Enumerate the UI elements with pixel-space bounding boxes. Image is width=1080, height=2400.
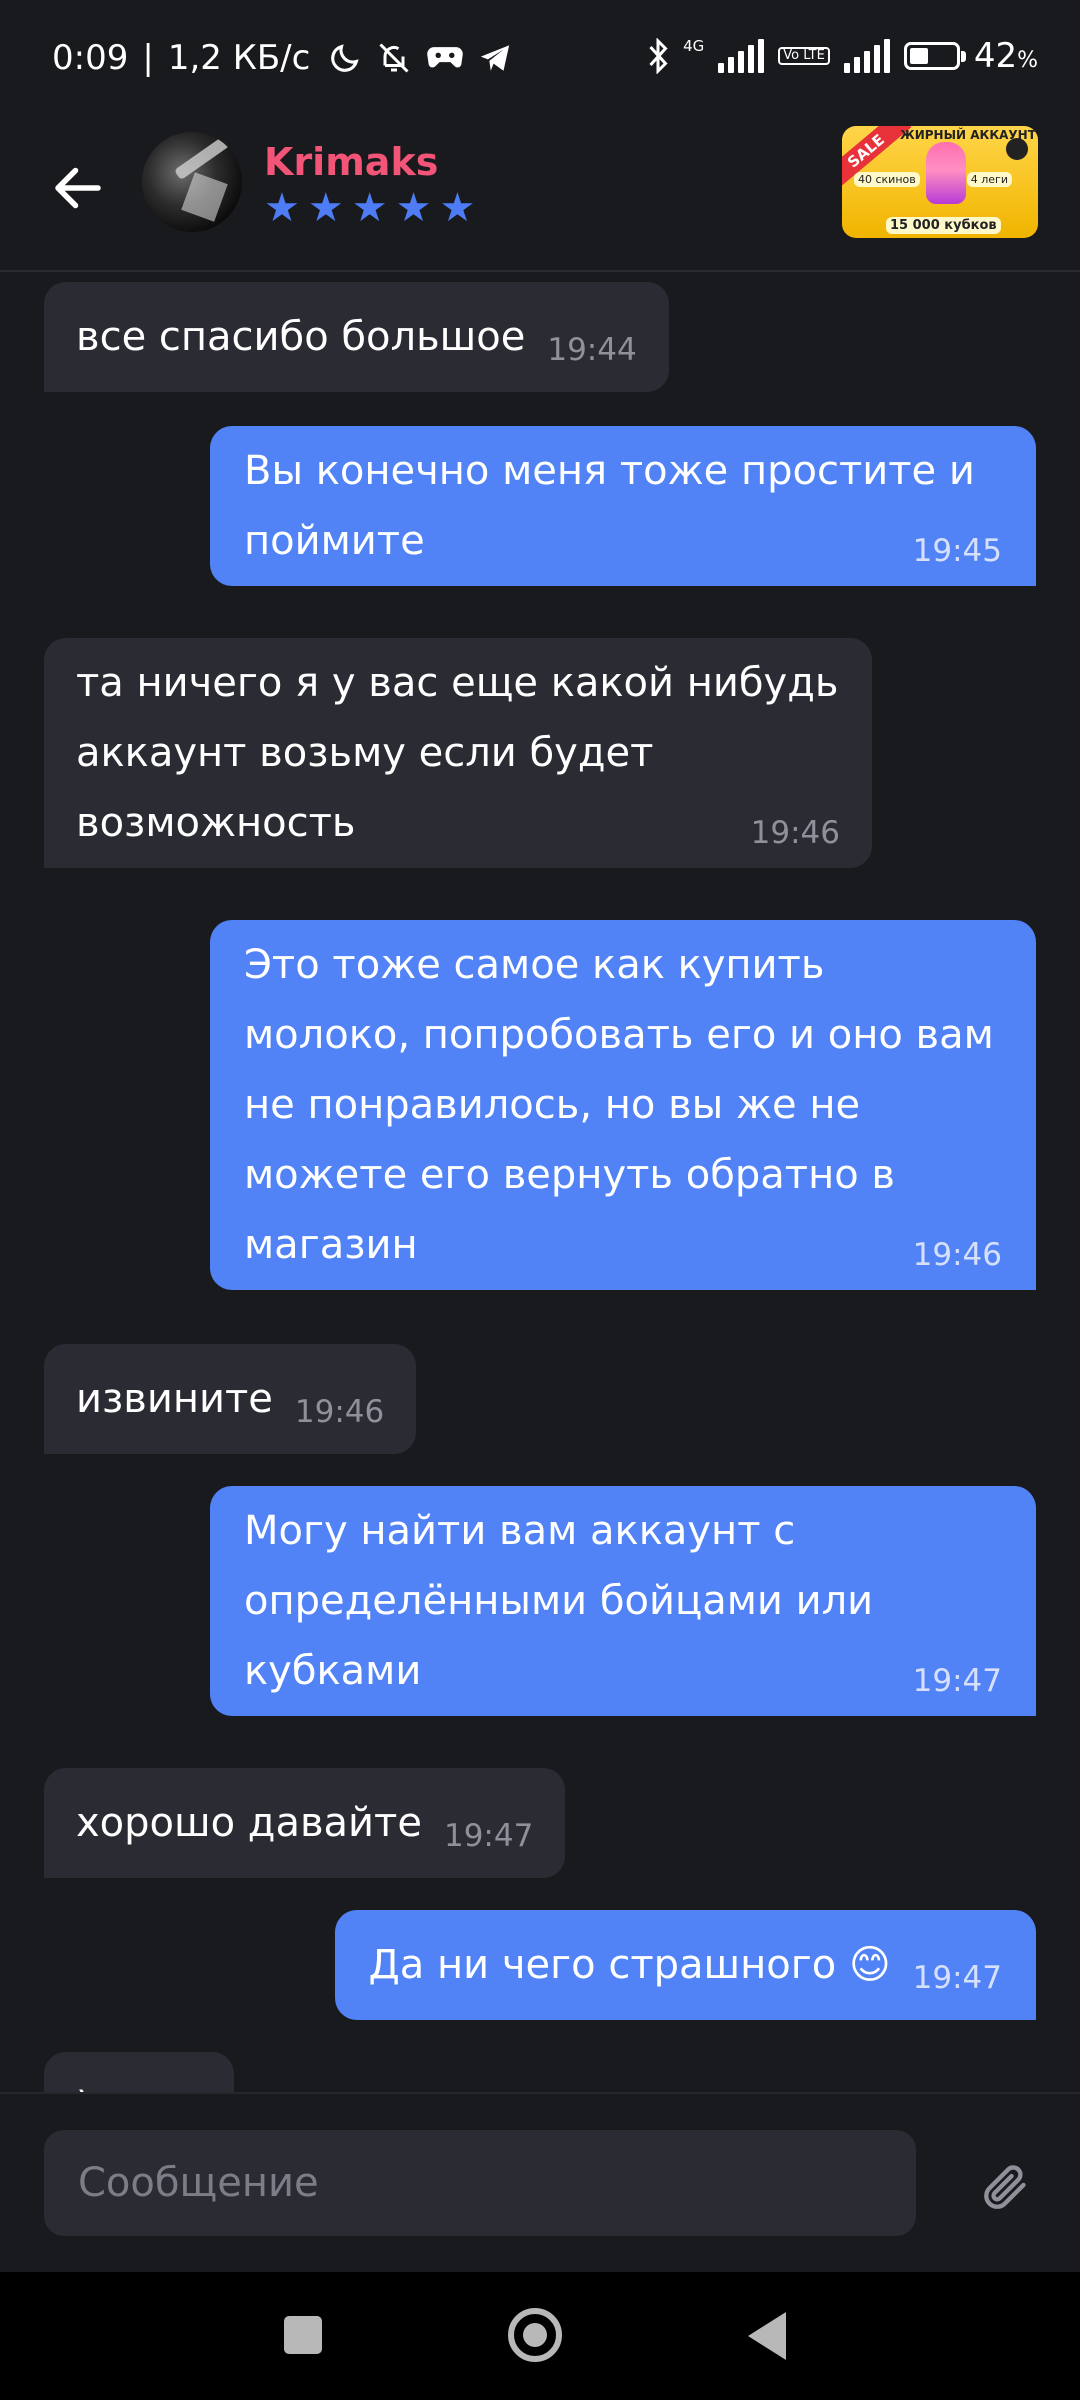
message-outgoing[interactable]: Да ни чего страшного 😊 19:47	[334, 1910, 1036, 2020]
bluetooth-icon	[649, 38, 668, 74]
status-left: 0:09 | 1,2 КБ/с	[52, 38, 512, 78]
recents-button[interactable]	[284, 2316, 322, 2354]
chat-header: Krimaks ★ ★ ★ ★ ★ SALE ЖИРНЫЙ АККАУНТ 40 ски…	[0, 120, 1080, 272]
message-outgoing[interactable]: Могу найти вам аккаунт с определёнными б…	[210, 1486, 1036, 1716]
message-time: 19:47	[443, 1818, 534, 1854]
star-icon: ★	[439, 185, 476, 231]
battery-percent: 42%	[974, 36, 1038, 76]
separator: |	[142, 38, 154, 78]
banner-logo-icon	[1006, 138, 1028, 160]
message-time: 19:46	[294, 1394, 385, 1430]
star-icon: ★	[395, 185, 432, 231]
message-input[interactable]	[44, 2130, 916, 2236]
message-outgoing[interactable]: Вы конечно меня тоже простите и поймите 1…	[210, 426, 1036, 586]
banner-skins: 40 скинов	[854, 172, 920, 187]
network-speed: 1,2 КБ/с	[167, 38, 311, 78]
message-text: Вы конечно меня тоже простите и поймите	[244, 448, 975, 564]
username[interactable]: Krimaks	[264, 140, 438, 184]
star-icon: ★	[264, 185, 300, 231]
star-icon: ★	[351, 185, 388, 231]
system-nav-bar	[0, 2272, 1080, 2400]
message-text: )	[76, 2084, 92, 2092]
back-arrow-icon[interactable]	[48, 158, 108, 218]
message-text: Да ни чего страшного 😊	[368, 1942, 891, 1988]
message-incoming[interactable]: извините 19:46	[44, 1344, 417, 1454]
home-button[interactable]	[508, 2308, 562, 2362]
message-time: 19:47	[912, 1663, 1002, 1699]
message-incoming[interactable]: все спасибо большое 19:44	[44, 282, 669, 392]
notification-icons	[328, 40, 512, 76]
battery-percent-sign: %	[1017, 48, 1038, 73]
message-composer	[0, 2092, 1080, 2274]
message-text: Могу найти вам аккаунт с определёнными б…	[244, 1508, 874, 1694]
character-image	[926, 142, 966, 204]
battery-percent-value: 42	[973, 36, 1018, 76]
offer-banner[interactable]: SALE ЖИРНЫЙ АККАУНТ 40 скинов 4 леги 15 …	[842, 126, 1038, 238]
message-time: 19:44	[547, 332, 637, 368]
message-text: все спасибо большое	[76, 314, 526, 360]
message-time: 19:46	[750, 815, 840, 851]
telegram-icon	[481, 45, 510, 71]
bell-off-icon	[379, 43, 409, 73]
message-time: 19:45	[912, 533, 1002, 569]
message-time: 19:47	[912, 1960, 1002, 1996]
message-incoming[interactable]: )	[44, 2052, 234, 2092]
message-incoming[interactable]: та ничего я у вас еще какой нибудь аккау…	[44, 638, 872, 868]
message-text: та ничего я у вас еще какой нибудь аккау…	[76, 660, 839, 846]
battery-icon	[903, 42, 966, 70]
message-incoming[interactable]: хорошо давайте 19:47	[44, 1768, 566, 1878]
message-text: извините	[76, 1376, 273, 1422]
avatar[interactable]	[142, 132, 242, 232]
message-list[interactable]: все спасибо большое 19:44 Вы конечно меня…	[0, 272, 1080, 2092]
paperclip-icon[interactable]	[978, 2160, 1030, 2212]
back-button[interactable]	[748, 2312, 786, 2360]
gamepad-icon	[427, 47, 464, 68]
moon-icon	[331, 44, 359, 72]
status-bar: 0:09 | 1,2 КБ/с 4G Vo LTE 42%	[0, 0, 1080, 120]
status-right: 4G Vo LTE 42%	[647, 36, 1038, 76]
signal-icon	[718, 39, 765, 73]
volte-icon: Vo LTE	[778, 47, 830, 65]
network-type: 4G	[683, 36, 705, 55]
rating-stars: ★ ★ ★ ★ ★	[264, 186, 475, 230]
banner-legendaries: 4 леги	[966, 172, 1012, 187]
message-text: Это тоже самое как купить молоко, попроб…	[244, 942, 994, 1268]
message-outgoing[interactable]: Это тоже самое как купить молоко, попроб…	[210, 920, 1036, 1290]
clock: 0:09	[52, 38, 129, 78]
banner-trophies: 15 000 кубков	[886, 217, 1001, 234]
star-icon: ★	[307, 185, 344, 231]
signal-icon	[843, 39, 890, 73]
message-time: 19:46	[912, 1237, 1002, 1273]
battery-fill	[909, 48, 928, 64]
message-text: хорошо давайте	[76, 1800, 422, 1846]
